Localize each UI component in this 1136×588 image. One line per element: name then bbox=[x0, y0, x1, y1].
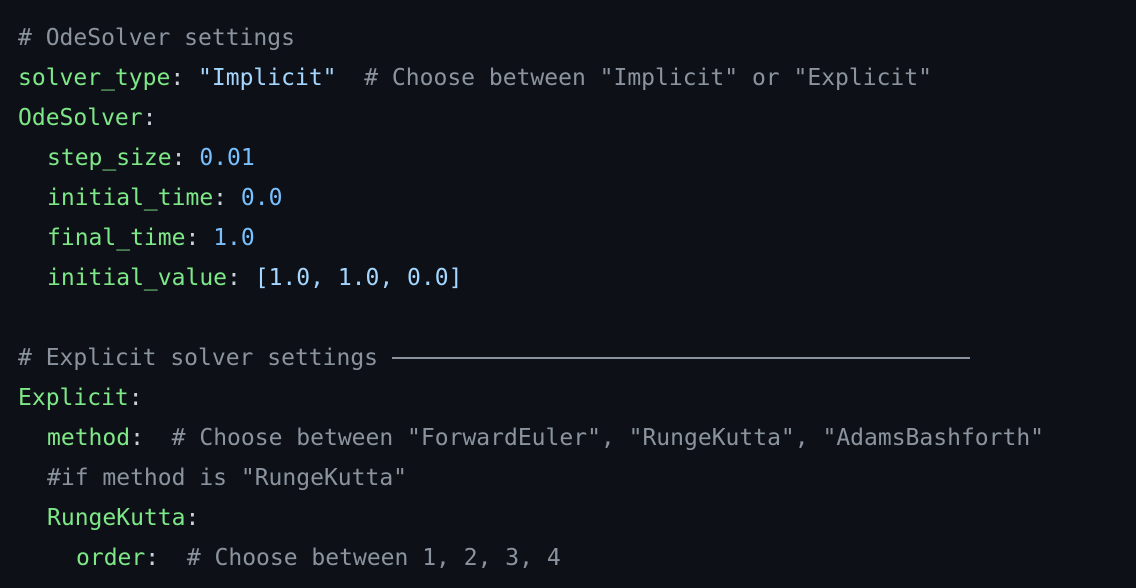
colon: : bbox=[227, 265, 241, 291]
string-value: "Implicit" bbox=[198, 65, 337, 91]
yaml-key: final_time bbox=[47, 225, 186, 251]
yaml-key: solver_type bbox=[18, 65, 171, 91]
yaml-key: Explicit bbox=[18, 385, 129, 411]
colon: : bbox=[145, 545, 160, 571]
code-editor[interactable]: # OdeSolver settings solver_type: "Impli… bbox=[0, 0, 1136, 588]
code-line-1: # OdeSolver settings bbox=[18, 18, 1044, 58]
comment: # Explicit solver settings bbox=[18, 345, 379, 371]
code-line-3: OdeSolver: bbox=[18, 98, 1044, 138]
code-line-10: Explicit: bbox=[18, 378, 1044, 418]
colon: : bbox=[142, 105, 157, 131]
yaml-key: OdeSolver bbox=[18, 105, 143, 131]
comment: # OdeSolver settings bbox=[18, 25, 295, 51]
colon: : bbox=[185, 225, 200, 251]
number-value: 1.0 bbox=[213, 225, 255, 251]
code-line-6: final_time: 1.0 bbox=[18, 218, 1044, 258]
yaml-key: initial_time bbox=[47, 185, 214, 211]
comment: # Choose between 1, 2, 3, 4 bbox=[186, 545, 561, 571]
colon: : bbox=[130, 425, 144, 451]
colon: : bbox=[128, 385, 143, 411]
comment: # Choose between "Implicit" or "Explicit… bbox=[364, 65, 932, 91]
yaml-key: RungeKutta bbox=[47, 505, 186, 531]
code-line-11: method: # Choose between "ForwardEuler",… bbox=[18, 418, 1044, 458]
code-line-5: initial_time: 0.0 bbox=[18, 178, 1044, 218]
comment: #if method is "RungeKutta" bbox=[47, 465, 408, 491]
yaml-key: initial_value bbox=[47, 265, 228, 291]
code-block: # OdeSolver settings solver_type: "Impli… bbox=[18, 18, 1044, 578]
code-line-7: initial_value: [1.0, 1.0, 0.0] bbox=[18, 258, 1044, 298]
colon: : bbox=[185, 505, 200, 531]
number-value: 0.01 bbox=[199, 145, 255, 171]
code-line-8-empty bbox=[18, 298, 1044, 338]
yaml-key: order bbox=[76, 545, 146, 571]
array-value: [1.0, 1.0, 0.0] bbox=[254, 265, 463, 291]
code-line-13: RungeKutta: bbox=[18, 498, 1044, 538]
comment: # Choose between "ForwardEuler", "RungeK… bbox=[171, 425, 1045, 451]
code-line-2: solver_type: "Implicit" # Choose between… bbox=[18, 58, 1044, 98]
code-line-4: step_size: 0.01 bbox=[18, 138, 1044, 178]
colon: : bbox=[213, 185, 228, 211]
colon: : bbox=[170, 65, 185, 91]
code-line-14: order: # Choose between 1, 2, 3, 4 bbox=[18, 538, 1044, 578]
number-value: 0.0 bbox=[240, 185, 283, 211]
colon: : bbox=[171, 145, 186, 171]
code-line-9: # Explicit solver settings bbox=[18, 338, 1044, 378]
code-line-12: #if method is "RungeKutta" bbox=[18, 458, 1044, 498]
comment-divider-line bbox=[392, 356, 971, 359]
yaml-key: step_size bbox=[47, 145, 172, 171]
yaml-key: method bbox=[47, 425, 131, 451]
